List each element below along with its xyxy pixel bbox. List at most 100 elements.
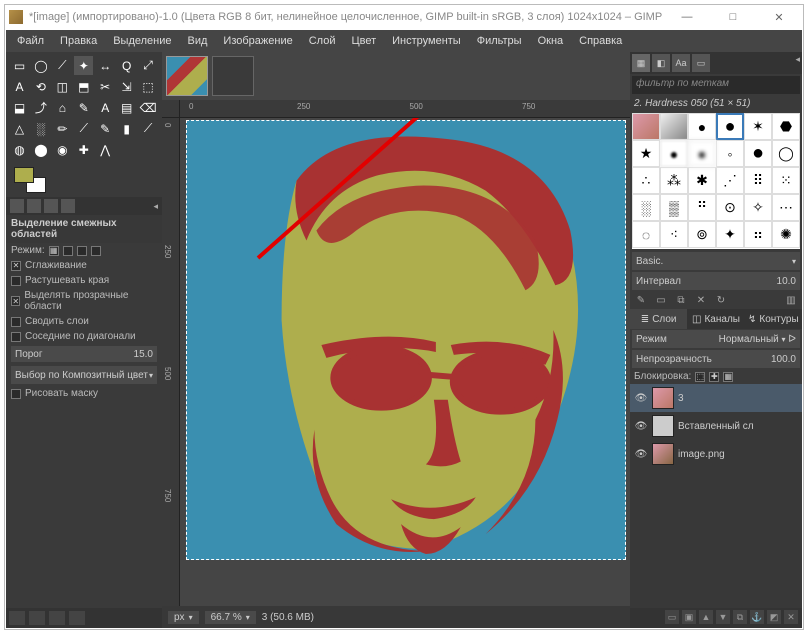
tool-button[interactable]: ⤢ bbox=[139, 56, 158, 75]
menu-tools[interactable]: Инструменты bbox=[385, 33, 468, 49]
refresh-brush-icon[interactable]: ↻ bbox=[714, 293, 728, 307]
layer-name[interactable]: Вставленный сл bbox=[678, 421, 754, 432]
tool-button[interactable]: ▮ bbox=[117, 119, 136, 138]
paths-tab[interactable]: ↯Контуры bbox=[745, 309, 802, 329]
diagonal-checkbox[interactable]: Соседние по диагонали bbox=[6, 329, 162, 344]
mode-replace-icon[interactable]: ▦ bbox=[49, 246, 59, 256]
tool-button[interactable]: A bbox=[96, 98, 115, 117]
menu-image[interactable]: Изображение bbox=[216, 33, 299, 49]
zoom-selector[interactable]: 66.7 %▾ bbox=[205, 611, 256, 624]
brush-thumb[interactable]: ⠶ bbox=[744, 221, 772, 248]
brush-thumb[interactable]: ◦ bbox=[716, 140, 744, 167]
brush-thumb[interactable]: ⊚ bbox=[688, 221, 716, 248]
menu-select[interactable]: Выделение bbox=[106, 33, 178, 49]
minimize-button[interactable]: — bbox=[673, 8, 701, 26]
tool-button[interactable]: ░ bbox=[31, 119, 50, 138]
tool-button[interactable]: ▤ bbox=[117, 98, 136, 117]
select-transparent-checkbox[interactable]: ✕Выделять прозрачные области bbox=[6, 288, 162, 314]
tool-button[interactable]: ⟲ bbox=[31, 77, 50, 96]
brush-thumb[interactable]: ⊙ bbox=[716, 194, 744, 221]
brush-thumb[interactable]: ░ bbox=[632, 194, 660, 221]
channels-tab[interactable]: ◫Каналы bbox=[687, 309, 744, 329]
tool-button[interactable]: ▭ bbox=[10, 56, 29, 75]
tab-menu-arrow-icon[interactable]: ◂ bbox=[153, 201, 158, 212]
tool-button[interactable]: ◯ bbox=[31, 56, 50, 75]
lower-layer-button[interactable]: ▼ bbox=[716, 610, 730, 624]
restore-preset-button[interactable] bbox=[29, 611, 45, 625]
layers-tab[interactable]: ≣Слои bbox=[630, 309, 687, 329]
mode-subtract-icon[interactable] bbox=[77, 246, 87, 256]
tool-button[interactable]: ⬚ bbox=[139, 77, 158, 96]
tool-button[interactable]: ⬓ bbox=[10, 98, 29, 117]
raise-layer-button[interactable]: ▲ bbox=[699, 610, 713, 624]
brush-thumb[interactable]: ⬣ bbox=[772, 113, 800, 140]
layer-thumbnail[interactable] bbox=[652, 443, 674, 465]
tool-options-tab-icon[interactable] bbox=[10, 199, 24, 213]
brush-thumb[interactable]: ● bbox=[744, 140, 772, 167]
brush-thumb[interactable]: ✧ bbox=[744, 194, 772, 221]
maximize-button[interactable]: □ bbox=[719, 8, 747, 26]
undo-history-tab-icon[interactable] bbox=[44, 199, 58, 213]
tool-button[interactable]: Q bbox=[117, 56, 136, 75]
tab-menu-arrow-icon[interactable]: ◂ bbox=[795, 54, 800, 72]
tool-button[interactable]: ⌂ bbox=[53, 98, 72, 117]
tool-button[interactable]: ⬤ bbox=[31, 140, 50, 159]
tool-button[interactable]: ⤴ bbox=[31, 98, 50, 117]
save-preset-button[interactable] bbox=[9, 611, 25, 625]
layer-name[interactable]: 3 bbox=[678, 393, 684, 404]
brush-preset-select[interactable]: Basic.▾ bbox=[632, 252, 800, 270]
mode-intersect-icon[interactable] bbox=[91, 246, 101, 256]
lock-position-icon[interactable]: ✚ bbox=[709, 372, 719, 382]
brush-thumb[interactable] bbox=[660, 113, 688, 140]
layer-row[interactable]: 👁 3 bbox=[630, 384, 802, 412]
tool-button[interactable]: ◫ bbox=[53, 77, 72, 96]
tool-button[interactable]: ⌫ bbox=[139, 98, 158, 117]
brush-thumb[interactable]: ✱ bbox=[688, 167, 716, 194]
brush-thumb[interactable]: ⠛ bbox=[688, 194, 716, 221]
delete-preset-button[interactable] bbox=[49, 611, 65, 625]
layer-row[interactable]: 👁 image.png bbox=[630, 440, 802, 468]
brush-thumb[interactable]: ⁂ bbox=[660, 167, 688, 194]
tool-button[interactable]: ⋀ bbox=[96, 140, 115, 159]
menu-file[interactable]: Файл bbox=[10, 33, 51, 49]
brush-thumb[interactable]: ● bbox=[716, 113, 744, 140]
tool-button[interactable]: ✦ bbox=[74, 56, 93, 75]
ruler-corner[interactable] bbox=[162, 100, 180, 118]
tool-button[interactable]: ✚ bbox=[74, 140, 93, 159]
brush-thumb[interactable]: ★ bbox=[632, 140, 660, 167]
tool-button[interactable]: A bbox=[10, 77, 29, 96]
brush-thumb[interactable]: ⁙ bbox=[772, 167, 800, 194]
brush-thumb[interactable]: ▒ bbox=[660, 194, 688, 221]
lock-alpha-icon[interactable]: ▦ bbox=[723, 372, 733, 382]
patterns-tab-icon[interactable]: ◧ bbox=[652, 54, 670, 72]
unit-selector[interactable]: px▾ bbox=[168, 611, 199, 624]
images-tab-icon[interactable] bbox=[61, 199, 75, 213]
foreground-color-swatch[interactable] bbox=[14, 167, 34, 183]
brush-thumb[interactable]: ● bbox=[688, 140, 716, 167]
tool-button[interactable]: ⟋ bbox=[53, 56, 72, 75]
visibility-toggle-icon[interactable]: 👁 bbox=[634, 449, 648, 460]
brushes-tab-icon[interactable]: ▦ bbox=[632, 54, 650, 72]
brush-thumb[interactable]: ✺ bbox=[772, 221, 800, 248]
brush-thumb[interactable]: ✶ bbox=[744, 113, 772, 140]
tool-button[interactable]: ✎ bbox=[96, 119, 115, 138]
color-swatches[interactable] bbox=[14, 167, 46, 193]
open-as-image-icon[interactable]: ▥ bbox=[784, 293, 798, 307]
tool-button[interactable]: ↔ bbox=[96, 56, 115, 75]
duplicate-layer-button[interactable]: ⧉ bbox=[733, 610, 747, 624]
brush-thumb[interactable]: ● bbox=[660, 140, 688, 167]
visibility-toggle-icon[interactable]: 👁 bbox=[634, 421, 648, 432]
layer-name[interactable]: image.png bbox=[678, 449, 725, 460]
tool-button[interactable]: ✎ bbox=[74, 98, 93, 117]
menu-filters[interactable]: Фильтры bbox=[470, 33, 529, 49]
mode-add-icon[interactable] bbox=[63, 246, 73, 256]
mask-button[interactable]: ◩ bbox=[767, 610, 781, 624]
image-tab-2[interactable] bbox=[212, 56, 254, 96]
tool-button[interactable]: △ bbox=[10, 119, 29, 138]
new-group-button[interactable]: ▣ bbox=[682, 610, 696, 624]
new-brush-icon[interactable]: ▭ bbox=[654, 293, 668, 307]
brush-thumb[interactable]: ✦ bbox=[716, 221, 744, 248]
menu-layer[interactable]: Слой bbox=[302, 33, 343, 49]
history-tab-icon[interactable]: ▭ bbox=[692, 54, 710, 72]
blend-mode-select[interactable]: РежимНормальный ▾ ᐅ bbox=[632, 330, 800, 348]
